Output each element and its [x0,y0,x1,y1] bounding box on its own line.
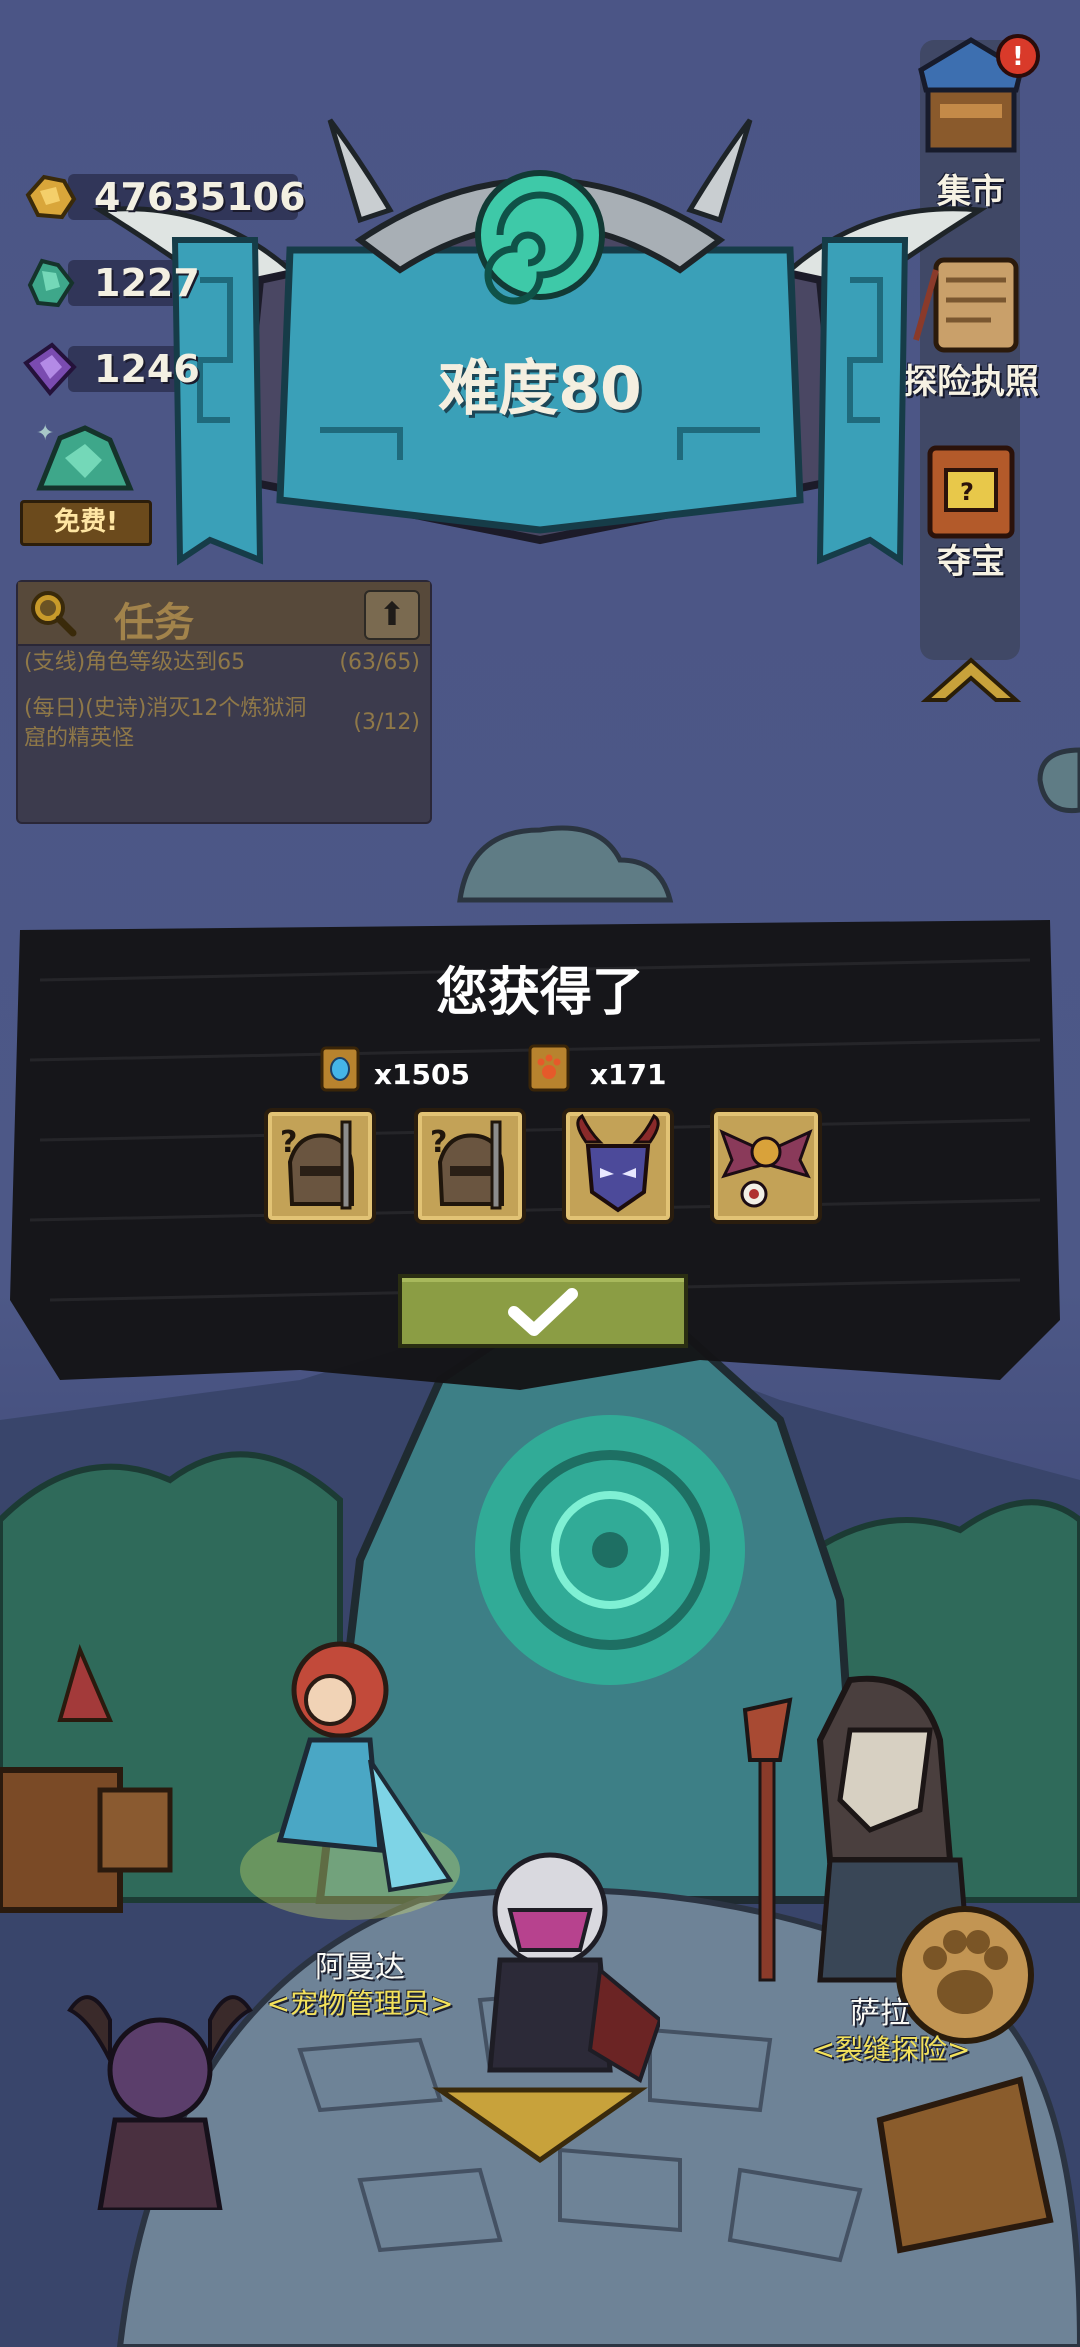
green-crystal-icon [27,258,75,308]
npc-masked-hero-sprite[interactable] [440,1840,660,2090]
quest-text: (支线)角色等级达到65 [24,650,246,675]
collapse-up-button[interactable]: ⬆ [364,590,420,640]
knight-helmet-sword-icon: ? [280,1120,354,1210]
reward-item-slot[interactable]: ? [414,1108,526,1224]
horned-demon-mask-icon [576,1113,660,1213]
purple-gem-icon [23,342,77,397]
difficulty-banner[interactable] [60,100,1020,570]
magnifier-icon[interactable] [28,588,78,638]
quest-item[interactable]: (支线)角色等级达到65 (63/65) [24,648,420,678]
cloud-decoration [457,825,674,903]
right-hanging-banner [816,237,909,566]
svg-text:?: ? [430,1125,447,1160]
quest-text: (每日)(史诗)消灭12个炼狱洞窟的精英怪 [24,696,307,751]
svg-text:?: ? [280,1125,297,1160]
checkmark-icon [508,1288,578,1336]
knight-helmet-sword-icon: ? [430,1120,504,1210]
gold-amount: 47635106 [94,175,306,219]
quest-panel: 任务 ⬆ (支线)角色等级达到65 (63/65) (每日)(史诗)消灭12个炼… [16,580,432,824]
arrow-up-icon: ⬆ [378,595,406,633]
blue-gem-book-icon [320,1046,360,1092]
npc-amanda-role: <宠物管理员> [266,1987,454,2020]
gold-ore-icon [25,174,77,220]
resource-count-gem-book: x1505 [374,1058,470,1091]
bat-eyeball-icon [719,1129,813,1208]
alert-icon: ! [1012,42,1024,72]
paw-book-icon [528,1044,570,1092]
npc-sala-role: <裂缝探险> [811,2033,971,2066]
collapse-chevron-icon[interactable] [916,640,1026,710]
resource-count-paw-book: x171 [590,1058,667,1091]
difficulty-label: 难度80 [438,354,642,424]
reward-item-slot[interactable] [562,1108,674,1224]
reward-item-slot[interactable] [710,1108,822,1224]
game-screen: 阿曼达 <宠物管理员> 萨拉 <裂缝探险> 您获得了 x1505 x171 ? [0,0,1080,2347]
quest-header[interactable]: 任务 ⬆ [18,582,430,646]
npc-sala-name: 萨拉 [850,1996,910,2031]
quest-title: 任务 [114,600,194,646]
reward-title: 您获得了 [435,963,644,1023]
npc-amanda-name: 阿曼达 [315,1950,405,1985]
cloud-right [1037,747,1080,814]
crystal-amount: 1227 [94,261,200,305]
svg-text:✦: ✦ [36,421,54,446]
confirm-button[interactable] [398,1274,688,1348]
npc-horned-warrior-sprite[interactable] [60,1980,260,2210]
reward-item-slot[interactable]: ? [264,1108,376,1224]
quest-item[interactable]: (每日)(史诗)消灭12个炼狱洞窟的精英怪 (3/12) [24,694,420,754]
quest-progress: (63/65) [339,650,420,675]
quest-progress: (3/12) [353,710,420,735]
gem-amount: 1246 [94,347,200,391]
